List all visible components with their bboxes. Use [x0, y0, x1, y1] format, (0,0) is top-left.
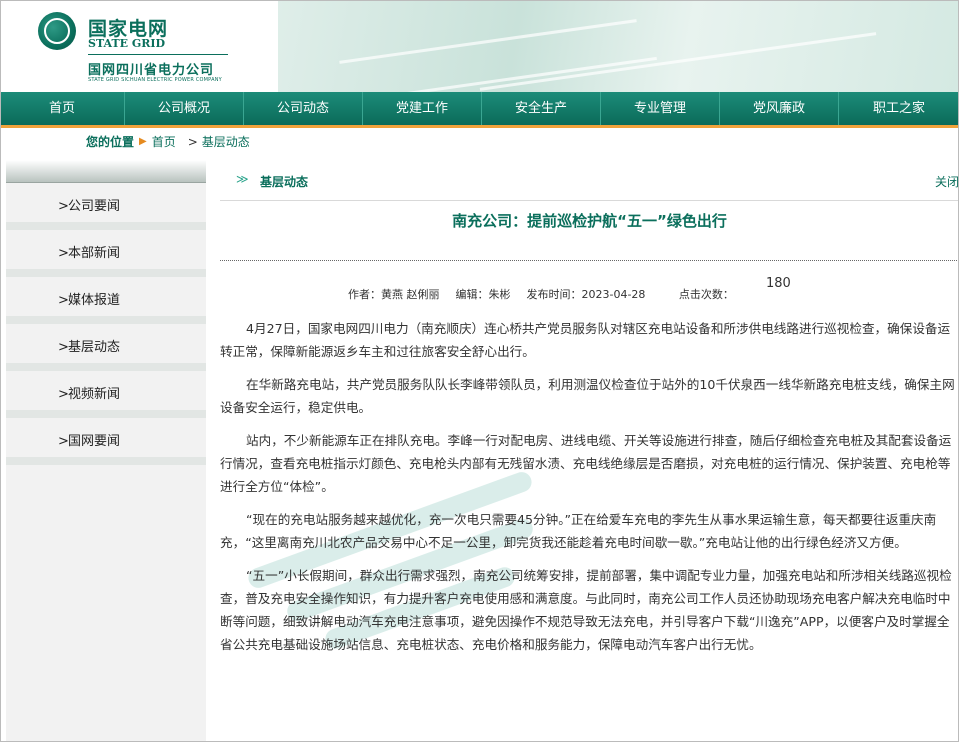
article-editor: 编辑：朱彬: [455, 288, 511, 301]
sidebar-item-grassroots[interactable]: > 基层动态: [6, 324, 206, 371]
sidebar-item-label: 国网要闻: [68, 434, 121, 449]
sidebar: > 公司要闻 > 本部新闻 > 媒体报道 > 基层动态 > 视频新闻 > 国网要…: [6, 160, 206, 742]
article-meta: 作者：黄燕 赵俐丽 编辑：朱彬 发布时间：2023-04-28 点击次数： 18…: [348, 276, 791, 302]
nav-item-management[interactable]: 专业管理: [601, 92, 720, 125]
article-category: 基层动态: [260, 175, 309, 189]
chevron-right-icon: >: [58, 246, 69, 261]
article-title: 南充公司：提前巡检护航“五一”绿色出行: [452, 212, 727, 230]
logo-company-cn: 国网四川省电力公司: [88, 63, 215, 78]
article-paragraph: “五一”小长假期间，群众出行需求强烈，南充公司统筹安排，提前部署，集中调配专业力…: [220, 568, 952, 652]
sidebar-item-label: 媒体报道: [68, 293, 121, 308]
breadcrumb-separator: >: [187, 134, 198, 149]
chevron-right-icon: >: [58, 387, 69, 402]
breadcrumb: 您的位置 ▶ 首页 > 基层动态: [86, 133, 250, 150]
nav-item-safety[interactable]: 安全生产: [482, 92, 601, 125]
nav-item-staff[interactable]: 职工之家: [839, 92, 959, 125]
chevron-right-icon: >: [58, 340, 69, 355]
sidebar-item-headquarters-news[interactable]: > 本部新闻: [6, 230, 206, 277]
article-paragraph: 在华新路充电站，共产党员服务队队长李峰带领队员，利用测温仪检查位于站外的10千伏…: [220, 377, 955, 415]
close-link[interactable]: 关闭: [935, 173, 959, 190]
sidebar-item-media-reports[interactable]: > 媒体报道: [6, 277, 206, 324]
article-date: 发布时间：2023-04-28: [526, 288, 646, 301]
title-divider: [220, 260, 959, 261]
breadcrumb-current[interactable]: 基层动态: [202, 133, 250, 150]
sidebar-item-state-grid-news[interactable]: > 国网要闻: [6, 418, 206, 465]
breadcrumb-arrow-icon: ▶: [139, 136, 147, 147]
chevron-right-icon: >: [58, 293, 69, 308]
article-author: 作者：黄燕 赵俐丽: [348, 288, 440, 301]
logo-divider: [88, 54, 228, 55]
article-paragraph: 站内，不少新能源车正在排队充电。李峰一行对配电房、进线电缆、开关等设施进行排查，…: [220, 433, 952, 494]
double-chevron-icon: ≫: [236, 172, 249, 186]
header-banner-art: [278, 0, 959, 97]
article-clicks-value: 180: [766, 276, 791, 291]
breadcrumb-home[interactable]: 首页: [152, 133, 176, 150]
state-grid-emblem-icon: [38, 12, 76, 50]
nav-item-company-news[interactable]: 公司动态: [244, 92, 363, 125]
nav-item-integrity[interactable]: 党风廉政: [720, 92, 839, 125]
sidebar-item-label: 本部新闻: [68, 246, 121, 261]
article-body: 4月27日，国家电网四川电力（南充顺庆）连心桥共产党员服务队对辖区充电站设备和所…: [220, 317, 959, 666]
sidebar-item-label: 基层动态: [68, 340, 121, 355]
article-paragraph: “现在的充电站服务越来越优化，充一次电只需要45分钟。”正在给爱车充电的李先生从…: [220, 512, 937, 550]
sidebar-item-label: 视频新闻: [68, 387, 121, 402]
site-logo[interactable]: 国家电网 STATE GRID 国网四川省电力公司 STATE GRID SIC…: [34, 10, 274, 86]
article-clicks-label: 点击次数：: [678, 288, 734, 301]
sidebar-item-company-news[interactable]: > 公司要闻: [6, 183, 206, 230]
nav-item-home[interactable]: 首页: [0, 92, 125, 125]
sidebar-item-video-news[interactable]: > 视频新闻: [6, 371, 206, 418]
chevron-right-icon: >: [58, 434, 69, 449]
article-panel: ≫ 基层动态 关闭 南充公司：提前巡检护航“五一”绿色出行 作者：黄燕 赵俐丽 …: [220, 160, 959, 742]
nav-item-party-building[interactable]: 党建工作: [363, 92, 482, 125]
sidebar-header: [6, 160, 206, 183]
logo-company-en: STATE GRID SICHUAN ELECTRIC POWER COMPAN…: [88, 77, 222, 83]
article-panel-header: ≫ 基层动态 关闭: [220, 160, 959, 201]
breadcrumb-label: 您的位置: [86, 135, 135, 149]
logo-title-en: STATE GRID: [88, 37, 166, 50]
sidebar-item-label: 公司要闻: [68, 199, 121, 214]
nav-accent-strip: [0, 125, 959, 128]
chevron-right-icon: >: [58, 199, 69, 214]
article-paragraph: 4月27日，国家电网四川电力（南充顺庆）连心桥共产党员服务队对辖区充电站设备和所…: [220, 321, 951, 359]
main-nav: 首页 公司概况 公司动态 党建工作 安全生产 专业管理 党风廉政 职工之家: [0, 92, 959, 125]
nav-item-company-overview[interactable]: 公司概况: [125, 92, 244, 125]
site-header: 国家电网 STATE GRID 国网四川省电力公司 STATE GRID SIC…: [0, 0, 959, 97]
